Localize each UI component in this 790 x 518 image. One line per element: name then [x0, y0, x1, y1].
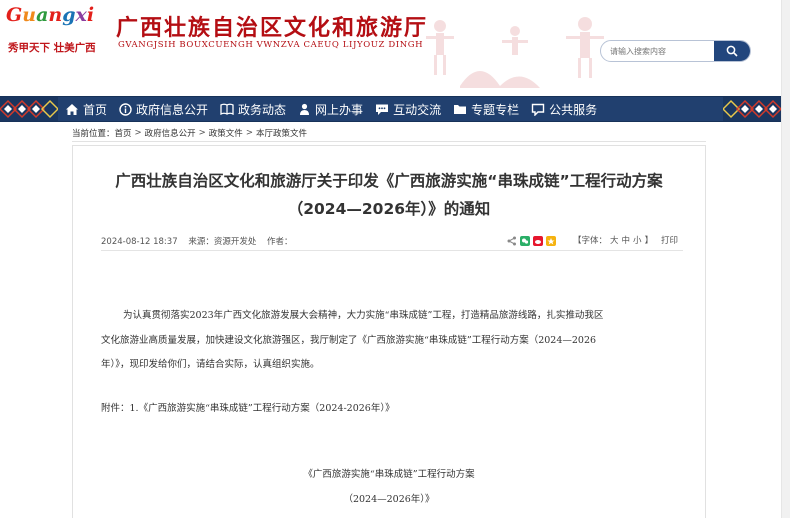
- person-icon: [300, 103, 310, 115]
- nav-item-label: 互动交流: [393, 102, 442, 117]
- article-title: 广西壮族自治区文化和旅游厅关于印发《广西旅游实施“串珠成链”工程行动方案 （20…: [73, 170, 705, 220]
- breadcrumb-item-policy[interactable]: 政策文件: [209, 127, 243, 139]
- divider: [101, 250, 683, 251]
- logo-letter: n: [48, 4, 63, 26]
- book-icon: [220, 103, 234, 115]
- wechat-icon[interactable]: [520, 236, 530, 246]
- logo-letter: u: [22, 4, 37, 26]
- article-author: 作者：: [267, 237, 293, 247]
- font-size-large[interactable]: 大: [610, 234, 619, 246]
- decorative-figures-icon: [426, 17, 604, 88]
- nav-item-public-service[interactable]: 公共服务: [528, 97, 606, 121]
- site-title[interactable]: 广西壮族自治区文化和旅游厅: [116, 10, 428, 42]
- nav-item-special-topics[interactable]: 专题专栏: [450, 97, 528, 121]
- print-link[interactable]: 打印: [661, 234, 678, 246]
- logo-letter: a: [36, 4, 49, 26]
- scrollbar[interactable]: [781, 0, 790, 518]
- share-bar: [507, 234, 559, 248]
- nav-item-gov-info[interactable]: 政府信息公开: [116, 97, 217, 121]
- nav-pattern-right-icon: [723, 97, 781, 121]
- nav-item-label: 专题专栏: [471, 102, 520, 117]
- breadcrumb-item-home[interactable]: 首页: [115, 127, 132, 139]
- plan-subtitle: （2024—2026年）》: [343, 494, 435, 505]
- nav-item-label: 政务动态: [238, 102, 287, 117]
- nav-item-label: 公共服务: [549, 102, 598, 117]
- article-title-line: 广西壮族自治区文化和旅游厅关于印发《广西旅游实施“串珠成链”工程行动方案: [115, 172, 663, 190]
- article-body: 为认真贯彻落实2023年广西文化旅游发展大会精神，大力实施“串珠成链”工程，打造…: [101, 304, 683, 378]
- nav-item-online-service[interactable]: 网上办事: [295, 97, 372, 121]
- info-icon: [119, 102, 132, 116]
- main-nav: 首页 政府信息公开 政务动态 网上办事 互动交流 专题专栏 公共服务: [0, 96, 790, 122]
- search-input[interactable]: [601, 41, 717, 61]
- share-icon[interactable]: [507, 236, 517, 246]
- nav-item-news[interactable]: 政务动态: [217, 97, 295, 121]
- breadcrumb-item-dept-policy[interactable]: 本厅政策文件: [256, 127, 307, 139]
- search-box: [600, 40, 751, 62]
- plan-title: 《广西旅游实施“串珠成链”工程行动方案: [303, 469, 475, 480]
- nav-item-label: 网上办事: [315, 102, 364, 117]
- site-header: Guangxi 秀甲天下 壮美广西 广西壮族自治区文化和旅游厅 GVANGJSI…: [0, 0, 790, 96]
- font-size-label: 【字体：: [573, 236, 608, 246]
- font-size-medium[interactable]: 中: [622, 234, 631, 246]
- qzone-icon[interactable]: [546, 236, 556, 246]
- font-size-end: 】: [644, 236, 654, 246]
- nav-item-home[interactable]: 首页: [62, 97, 116, 121]
- article-card: 广西壮族自治区文化和旅游厅关于印发《广西旅游实施“串珠成链”工程行动方案 （20…: [72, 145, 706, 518]
- chat-bubble-icon: [531, 103, 545, 116]
- weibo-icon[interactable]: [533, 236, 543, 246]
- article-source: 来源：资源开发处: [188, 237, 257, 247]
- article-title-line: （2024—2026年）》的通知: [287, 200, 491, 218]
- body-line: 年）》，现印发给你们，请结合实际，认真组织实施。: [101, 359, 320, 370]
- nav-item-label: 首页: [83, 102, 108, 117]
- chat-icon: [376, 104, 389, 115]
- search-icon: [726, 45, 738, 57]
- nav-pattern-left-icon: [0, 97, 58, 121]
- logo-slogan: 秀甲天下 壮美广西: [8, 42, 96, 54]
- attachment-link[interactable]: 附件：1.《广西旅游实施“串珠成链”工程行动方案（2024-2026年）》: [101, 400, 395, 414]
- logo-letter: G: [6, 4, 23, 26]
- nav-item-label: 政府信息公开: [136, 102, 209, 117]
- breadcrumb-separator: >: [134, 128, 142, 138]
- breadcrumb-separator: >: [198, 128, 206, 138]
- body-line: 为认真贯彻落实2023年广西文化旅游发展大会精神，大力实施“串珠成链”工程，打造…: [123, 310, 604, 321]
- breadcrumb-prefix: 当前位置：: [72, 129, 115, 139]
- logo-letter: i: [86, 4, 95, 26]
- body-line: 文化旅游业高质量发展，加快建设文化旅游强区，我厅制定了《广西旅游实施“串珠成链”…: [101, 334, 597, 346]
- logo-letter: x: [75, 4, 87, 26]
- article-meta: 2024-08-12 18:37 来源：资源开发处 作者： 【字体： 大 中 小…: [101, 234, 683, 248]
- search-button[interactable]: [714, 41, 750, 61]
- publish-date: 2024-08-12 18:37: [101, 237, 178, 247]
- font-size-switcher: 【字体： 大 中 小 】: [573, 234, 656, 246]
- home-icon: [66, 103, 78, 115]
- breadcrumb-separator: >: [245, 128, 253, 138]
- folder-icon: [454, 105, 467, 114]
- logo[interactable]: Guangxi: [6, 4, 94, 26]
- font-size-small[interactable]: 小: [633, 234, 642, 246]
- breadcrumb-item-gov-info[interactable]: 政府信息公开: [145, 127, 196, 139]
- logo-letter: g: [62, 4, 76, 26]
- site-subtitle: GVANGJSIH BOUXCUENGH VWNZVA CAEUQ LIJYOU…: [118, 40, 424, 50]
- breadcrumb: 当前位置： 首页 > 政府信息公开 > 政策文件 > 本厅政策文件: [72, 125, 706, 142]
- nav-item-interaction[interactable]: 互动交流: [372, 97, 450, 121]
